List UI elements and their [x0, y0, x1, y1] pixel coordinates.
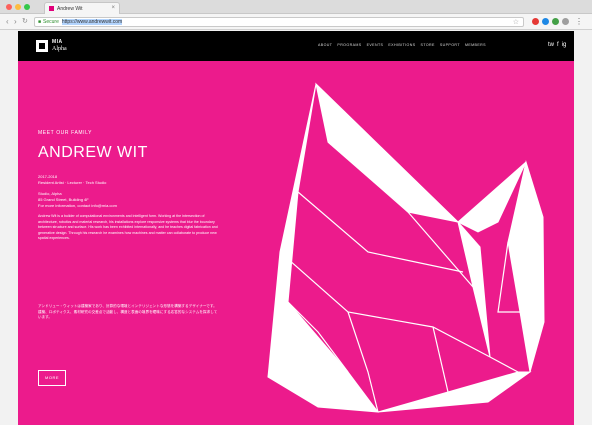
sculpture-edge	[327, 141, 474, 288]
logo-icon[interactable]	[36, 40, 48, 52]
extension-icon[interactable]	[562, 18, 569, 25]
nav-item-programs[interactable]: PROGRAMS	[337, 43, 361, 47]
sculpture-panel	[457, 221, 491, 358]
dates: 2017-2018	[38, 174, 58, 179]
site-header: MIA Alpha ABOUT PROGRAMS EVENTS EXHIBITI…	[18, 31, 574, 61]
sculpture-panel	[267, 300, 380, 413]
studio-address: 85 Grand Street, Building 4F	[38, 197, 89, 202]
favicon-icon	[49, 6, 54, 12]
lock-icon: ■	[38, 19, 42, 25]
section-kicker: MEET OUR FAMILY	[38, 130, 93, 136]
twitter-icon[interactable]: tw	[548, 42, 554, 48]
nav-item-members[interactable]: MEMBERS	[465, 43, 486, 47]
extension-icon[interactable]	[532, 18, 539, 25]
instagram-icon[interactable]: ig	[562, 42, 567, 48]
nav-item-about[interactable]: ABOUT	[318, 43, 332, 47]
secure-label: Secure	[43, 19, 59, 25]
logo-line2[interactable]: Alpha	[52, 46, 67, 52]
tab-title: Andrew Wit	[57, 6, 83, 12]
minimize-window-button[interactable]	[15, 4, 21, 10]
sculpture-edge	[489, 356, 519, 373]
nav-item-support[interactable]: SUPPORT	[440, 43, 460, 47]
browser-toolbar: ‹ › ↻ ■ Secure https://www.andrewwit.com ☆…	[0, 14, 592, 30]
maximize-window-button[interactable]	[24, 4, 30, 10]
extension-icon[interactable]	[542, 18, 549, 25]
sculpture-edge	[432, 326, 449, 393]
reload-icon[interactable]: ↻	[22, 17, 28, 27]
nav-item-store[interactable]: STORE	[421, 43, 435, 47]
close-window-button[interactable]	[6, 4, 12, 10]
studio-contact[interactable]: For more information, contact info@mia.c…	[38, 203, 117, 208]
browser-tab[interactable]: Andrew Wit ×	[44, 2, 120, 14]
facebook-icon[interactable]: f	[557, 42, 559, 48]
artist-name: ANDREW WIT	[38, 144, 148, 161]
sculpture-artwork	[267, 82, 545, 413]
social-links: tw f ig	[548, 42, 566, 48]
sculpture-panel	[315, 82, 459, 223]
back-icon[interactable]: ‹	[6, 17, 9, 27]
menu-icon[interactable]: ⋮	[575, 17, 583, 27]
tab-close-icon[interactable]: ×	[111, 5, 115, 11]
bio-japanese: アンドリュー・ウィットは建築家であり、計算的な環境とインテリジェントな形態を構築…	[38, 304, 218, 320]
residence-note: Resident Artist · Lecturer · Tech Studio	[38, 180, 107, 185]
main-nav: ABOUT PROGRAMS EVENTS EXHIBITIONS STORE …	[318, 43, 486, 47]
bookmark-star-icon[interactable]: ☆	[513, 18, 519, 26]
forward-icon[interactable]: ›	[14, 17, 17, 27]
nav-item-exhibitions[interactable]: EXHIBITIONS	[388, 43, 415, 47]
url-text: https://www.andrewwit.com	[61, 19, 123, 25]
address-bar[interactable]: ■ Secure https://www.andrewwit.com ☆	[34, 17, 524, 27]
logo-line1[interactable]: MIA	[52, 39, 63, 45]
nav-item-events[interactable]: EVENTS	[367, 43, 384, 47]
studio-name: Studio, Alpha	[38, 191, 62, 196]
sculpture-panel	[377, 371, 532, 413]
website-page: MIA Alpha ABOUT PROGRAMS EVENTS EXHIBITI…	[18, 31, 574, 425]
extension-icon[interactable]	[552, 18, 559, 25]
browser-tab-bar: Andrew Wit ×	[0, 0, 592, 14]
more-button[interactable]: MORE	[38, 370, 66, 386]
bio-english: Andrew Wit is a builder of computational…	[38, 214, 218, 241]
